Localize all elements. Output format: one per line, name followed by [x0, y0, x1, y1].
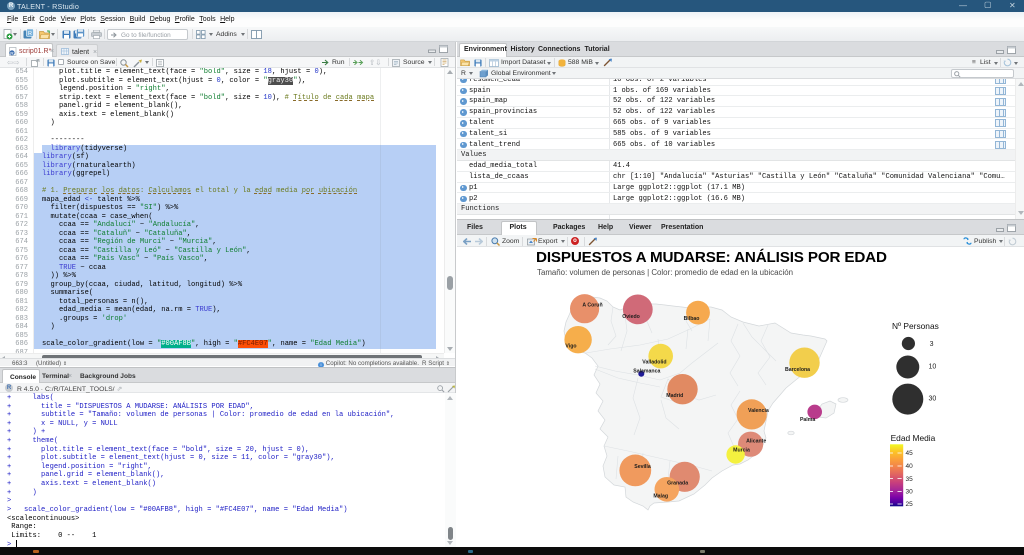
svg-text:Granada: Granada: [667, 481, 688, 487]
svg-text:3: 3: [930, 341, 934, 348]
svg-text:Malag: Malag: [653, 493, 668, 499]
svg-text:40: 40: [906, 463, 914, 470]
svg-text:30: 30: [929, 395, 937, 402]
svg-text:30: 30: [906, 489, 914, 496]
svg-text:Edad Media: Edad Media: [891, 433, 936, 443]
svg-text:45: 45: [906, 450, 914, 457]
svg-text:Madrid: Madrid: [666, 393, 683, 399]
svg-text:25: 25: [906, 501, 914, 508]
svg-text:35: 35: [906, 476, 914, 483]
svg-text:Barcelona: Barcelona: [785, 367, 810, 373]
svg-text:A Coruñ: A Coruñ: [582, 303, 602, 309]
svg-text:Sevilla: Sevilla: [634, 464, 651, 470]
svg-text:R: R: [10, 50, 14, 55]
svg-text:Alicante: Alicante: [746, 439, 766, 445]
svg-text:Bilbao: Bilbao: [684, 316, 700, 322]
svg-text:10: 10: [929, 364, 937, 371]
svg-text:Valencia: Valencia: [748, 408, 769, 414]
svg-text:R: R: [28, 31, 32, 37]
svg-text:Palma: Palma: [800, 417, 815, 423]
svg-text:Vigo: Vigo: [565, 343, 576, 349]
svg-text:Nº Personas: Nº Personas: [892, 321, 939, 331]
svg-text:Oviedo: Oviedo: [622, 314, 640, 320]
svg-text:Murcia: Murcia: [733, 447, 750, 453]
svg-text:Valladolid: Valladolid: [642, 360, 666, 366]
svg-text:Salamanca: Salamanca: [633, 368, 660, 374]
